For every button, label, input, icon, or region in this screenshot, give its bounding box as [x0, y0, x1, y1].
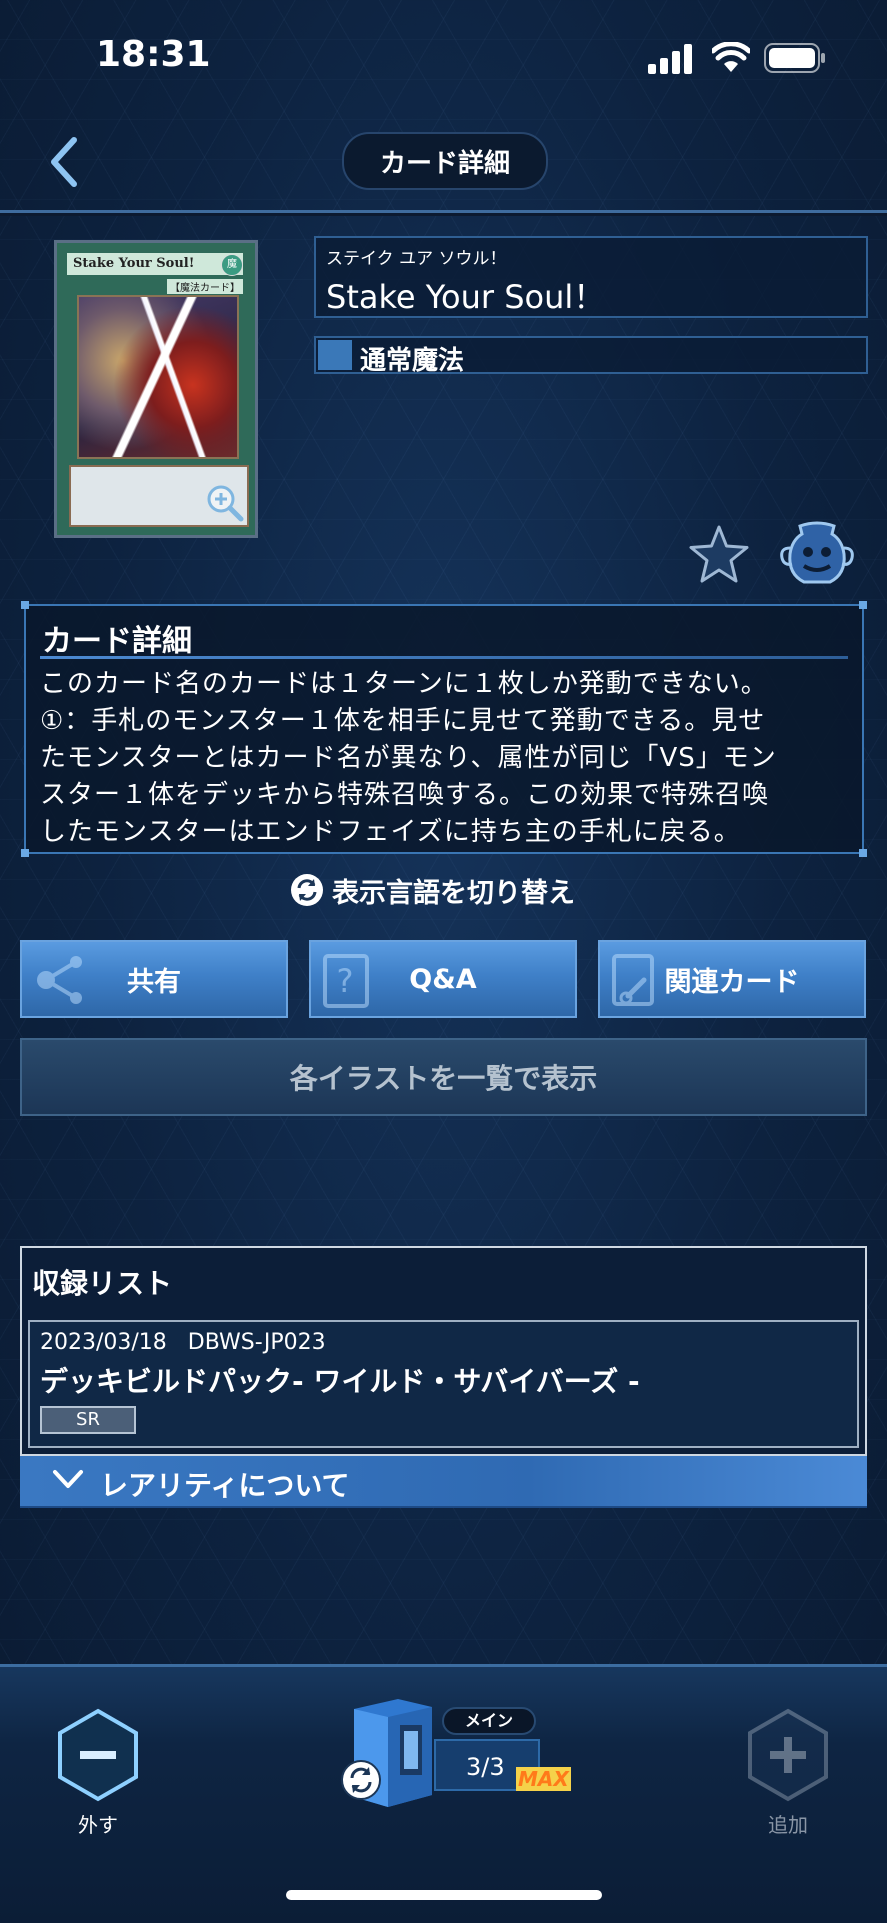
card-name: Stake Your Soul！	[326, 278, 606, 316]
share-button[interactable]: 共有	[20, 940, 288, 1018]
effect-line: したモンスターはエンドフェイズに持ち主の手札に戻る。	[40, 817, 741, 847]
related-cards-label: 関連カード	[664, 966, 800, 998]
max-badge: MAX	[516, 1767, 571, 1791]
card-type: 通常魔法	[360, 346, 465, 376]
wifi-icon	[712, 42, 750, 72]
effect-line: このカード名のカードは１ターンに１枚しか発動できない。	[40, 669, 768, 699]
share-label: 共有	[127, 966, 181, 998]
back-arrow-icon[interactable]	[44, 134, 84, 190]
language-toggle-button[interactable]: 表示言語を切り替え	[290, 868, 575, 912]
remove-label: 外す	[78, 1813, 118, 1837]
sync-icon[interactable]	[340, 1759, 382, 1801]
effect-line: ①：手札のモンスター１体を相手に見せて発動できる。見せ	[40, 706, 766, 736]
view-illustrations-button[interactable]: 各イラストを一覧で表示	[20, 1038, 867, 1116]
star-icon[interactable]	[688, 524, 750, 584]
remove-card-icon[interactable]	[56, 1707, 140, 1803]
card-attribute-icon: 魔	[221, 254, 243, 276]
home-indicator[interactable]	[286, 1890, 602, 1900]
recording-list-heading: 収録リスト	[32, 1267, 173, 1300]
pot-of-greed-icon[interactable]	[780, 518, 854, 588]
type-marker	[318, 340, 352, 370]
card-name-box: ステイク ユア ソウル！ Stake Your Soul！	[314, 236, 868, 318]
qa-label: Q&A	[409, 963, 477, 995]
qa-button[interactable]: ? Q&A	[309, 940, 577, 1018]
language-toggle-label: 表示言語を切り替え	[332, 877, 575, 909]
zoom-in-icon[interactable]	[205, 483, 245, 523]
rarity-info-label: レアリティについて	[100, 1469, 350, 1502]
detail-heading: カード詳細	[42, 624, 192, 659]
release-date: 2023/03/18	[40, 1330, 167, 1355]
switch-language-icon	[291, 874, 323, 906]
recording-list: 収録リスト 2023/03/18 DBWS-JP023 デッキビルドパック- ワ…	[20, 1246, 867, 1456]
card-detail-panel: カード詳細 このカード名のカードは１ターンに１枚しか発動できない。 ①：手札のモ…	[21, 601, 867, 857]
deck-count: 3/3	[466, 1753, 505, 1781]
card-code: DBWS-JP023	[187, 1330, 326, 1355]
add-label: 追加	[768, 1813, 808, 1837]
deck-label: メイン	[442, 1707, 536, 1735]
card-type-box: 通常魔法	[314, 336, 868, 376]
corner-marker	[859, 849, 867, 857]
effect-line: たモンスターとはカード名が異なり、属性が同じ「VS」モン	[40, 743, 777, 773]
rarity-info-button[interactable]: レアリティについて	[20, 1456, 867, 1508]
pack-title: デッキビルドパック- ワイルド・サバイバーズ -	[40, 1365, 640, 1398]
effect-line: スター１体をデッキから特殊召喚する。この効果で特殊召喚	[40, 780, 770, 810]
corner-marker	[21, 849, 29, 857]
corner-marker	[21, 601, 29, 609]
signal-icon	[648, 44, 692, 74]
card-image[interactable]: Stake Your Soul! 魔 【魔法カード】	[54, 240, 258, 538]
add-card-icon[interactable]	[746, 1707, 830, 1803]
page-title: カード詳細	[342, 132, 548, 190]
status-bar: 18:31	[0, 0, 887, 110]
rarity-badge: SR	[40, 1406, 136, 1434]
battery-icon	[764, 43, 825, 73]
header-bar: カード詳細	[0, 110, 887, 213]
chevron-down-icon	[53, 1470, 83, 1488]
bottom-toolbar: 外す メイン 3/3 MAX 追加	[0, 1664, 887, 1923]
card-effect-text: このカード名のカードは１ターンに１枚しか発動できない。 ①：手札のモンスター１体…	[40, 666, 860, 851]
card-ruby: ステイク ユア ソウル！	[326, 249, 507, 269]
card-image-name: Stake Your Soul!	[67, 253, 243, 275]
recording-list-item[interactable]: 2023/03/18 DBWS-JP023 デッキビルドパック- ワイルド・サバ…	[28, 1320, 859, 1448]
card-artwork	[77, 295, 239, 459]
status-time: 18:31	[96, 34, 211, 75]
related-cards-button[interactable]: 関連カード	[598, 940, 866, 1018]
corner-marker	[859, 601, 867, 609]
divider	[40, 656, 848, 659]
card-image-type: 【魔法カード】	[167, 279, 243, 294]
recording-meta: 2023/03/18 DBWS-JP023	[40, 1330, 326, 1355]
